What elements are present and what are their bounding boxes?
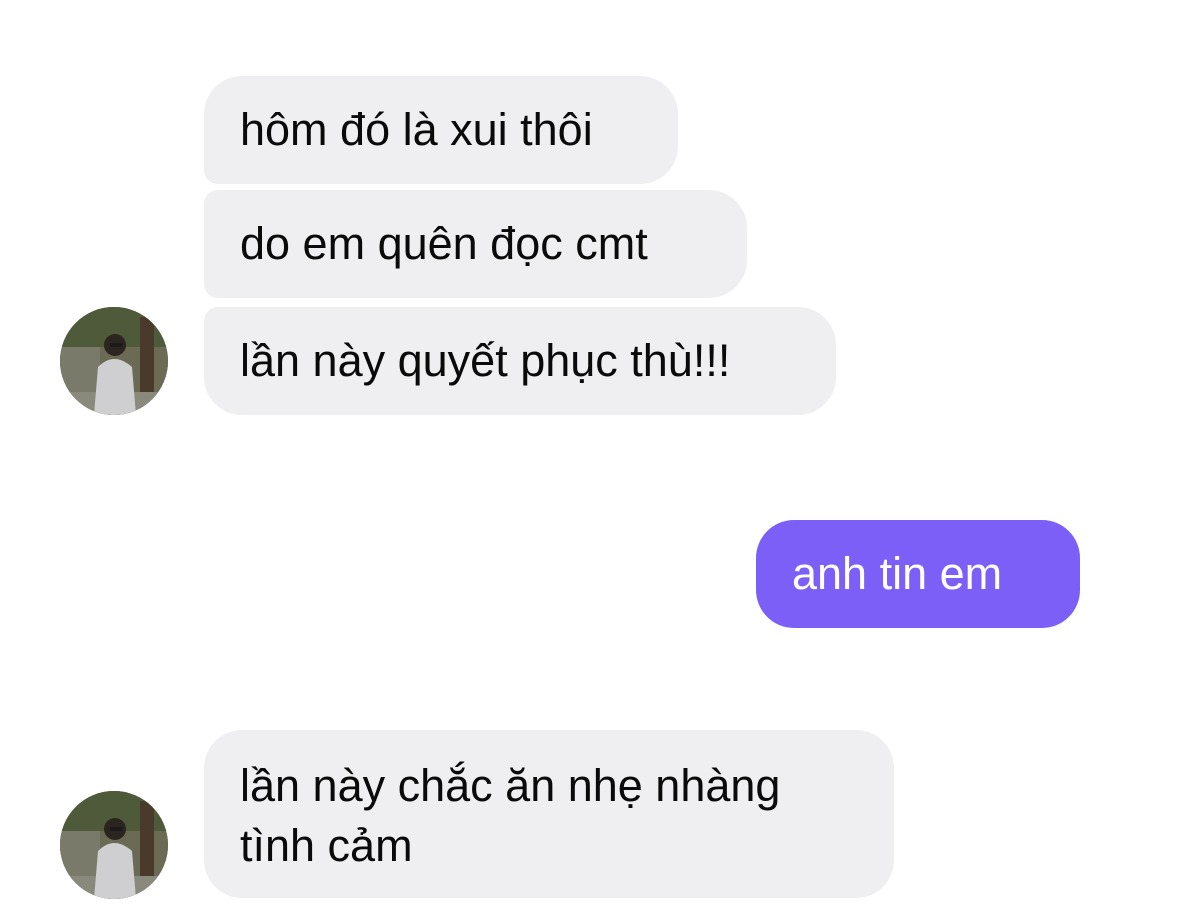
incoming-message-bubble[interactable]: lần này chắc ăn nhẹ nhàng tình cảm: [204, 730, 894, 898]
avatar-photo-icon: [60, 307, 168, 415]
incoming-message-bubble[interactable]: do em quên đọc cmt: [204, 190, 747, 298]
message-text: do em quên đọc cmt: [240, 218, 648, 269]
outgoing-message-bubble[interactable]: anh tin em: [756, 520, 1080, 628]
contact-avatar[interactable]: [60, 307, 168, 415]
message-text-line: lần này chắc ăn nhẹ nhàng: [240, 760, 781, 811]
contact-avatar[interactable]: [60, 791, 168, 899]
message-text-line: tình cảm: [240, 820, 413, 871]
message-text: anh tin em: [792, 548, 1003, 599]
message-text: hôm đó là xui thôi: [240, 104, 593, 155]
incoming-message-bubble[interactable]: lần này quyết phục thù!!!: [204, 307, 836, 415]
message-text: lần này quyết phục thù!!!: [240, 335, 731, 386]
avatar-photo-icon: [60, 791, 168, 899]
incoming-message-bubble[interactable]: hôm đó là xui thôi: [204, 76, 678, 184]
